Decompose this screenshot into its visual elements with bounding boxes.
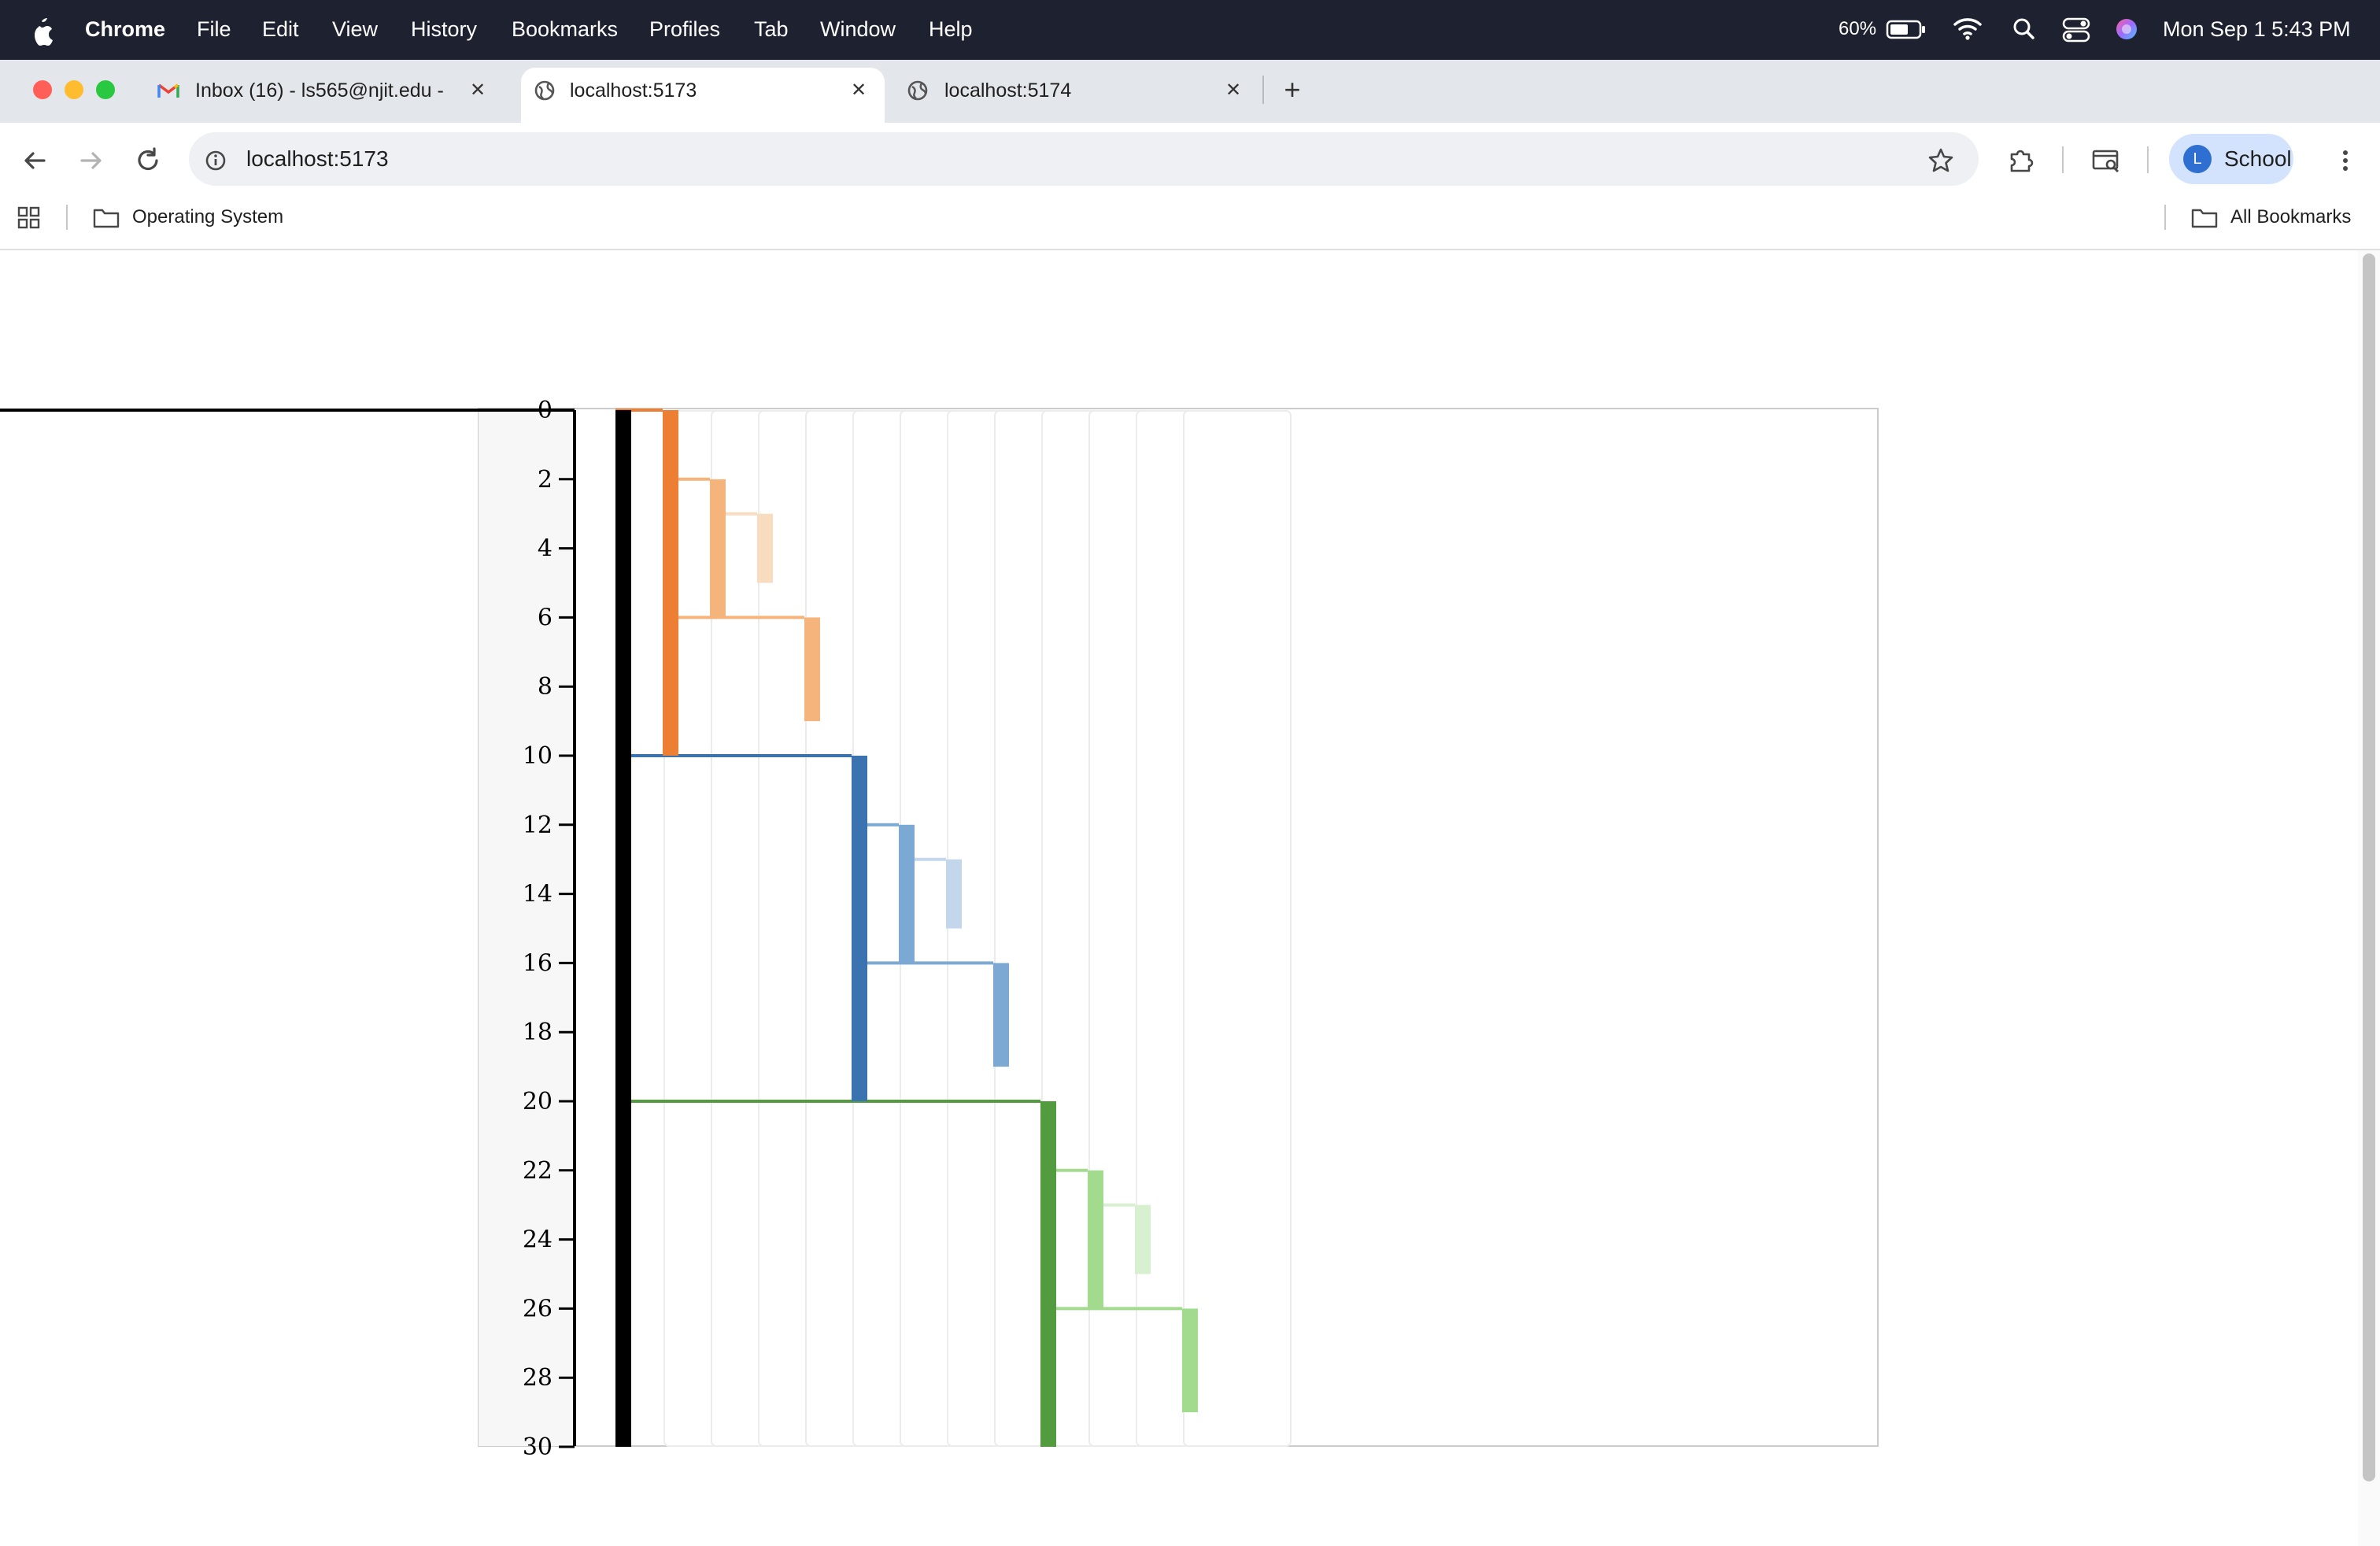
y-tick-label: 20 (523, 1088, 552, 1115)
y-tick-label: 22 (523, 1157, 552, 1185)
timeline-bar (663, 410, 678, 756)
y-tick-label: 28 (523, 1364, 552, 1392)
y-tick-label: 24 (523, 1226, 552, 1254)
timeline-bar (852, 756, 867, 1101)
timeline-bar (615, 410, 631, 1447)
y-tick-label: 10 (523, 742, 552, 770)
timeline-bar (1182, 1308, 1198, 1413)
timeline-bar (710, 479, 726, 618)
timeline-chart: 024681012141618202224262830 (0, 397, 1879, 1461)
y-tick-label: 26 (523, 1295, 552, 1322)
y-tick-label: 8 (538, 673, 552, 701)
timeline-bar (1040, 1101, 1056, 1447)
y-tick-label: 2 (538, 466, 552, 494)
y-tick-label: 18 (523, 1019, 552, 1046)
axis-area (479, 409, 575, 1446)
timeline-bar (899, 824, 915, 963)
y-tick-label: 30 (523, 1433, 552, 1461)
timeline-bar (804, 617, 820, 722)
timeline-bar (757, 513, 773, 583)
timeline-bar (946, 859, 962, 929)
y-tick-label: 6 (538, 604, 552, 631)
y-tick-label: 14 (523, 881, 552, 908)
y-tick-label: 12 (523, 812, 552, 839)
timeline-bar (1135, 1204, 1151, 1274)
lane-background (1183, 410, 1292, 1447)
y-tick-label: 4 (538, 535, 552, 563)
timeline-bar (993, 963, 1009, 1067)
y-tick-label: 16 (523, 949, 552, 977)
timeline-bar (1088, 1170, 1103, 1309)
y-tick-label: 0 (538, 397, 552, 424)
